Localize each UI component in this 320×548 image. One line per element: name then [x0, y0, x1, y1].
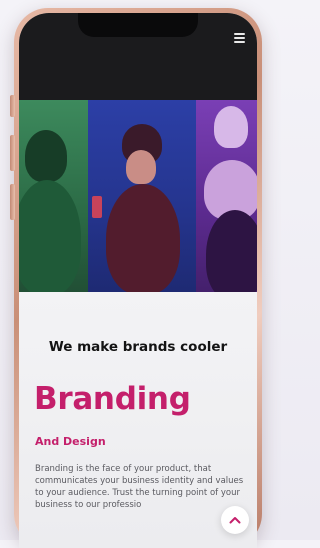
hero-panel-blue [88, 100, 196, 292]
portrait-figure [126, 150, 156, 184]
description-paragraph: Branding is the face of your product, th… [35, 464, 244, 510]
phone-frame: We make brands cooler Branding And Desig… [14, 8, 262, 548]
phone-side-button [10, 135, 15, 171]
tagline: We make brands cooler [48, 339, 228, 355]
scroll-to-top-button[interactable] [221, 506, 249, 534]
hero-panel-purple [196, 100, 257, 292]
chevron-up-icon [229, 517, 241, 524]
hero-image-strip [19, 100, 257, 292]
portrait-figure [206, 210, 257, 292]
phone-screen: We make brands cooler Branding And Desig… [19, 13, 257, 548]
main-content: We make brands cooler Branding And Desig… [19, 292, 257, 548]
hero-panel-green [19, 100, 88, 292]
portrait-figure [25, 130, 67, 182]
portrait-figure [106, 184, 180, 292]
portrait-figure [19, 180, 81, 292]
phone-side-button [10, 95, 15, 117]
portrait-figure [214, 106, 248, 148]
bottle-prop [92, 196, 102, 218]
subheading: And Design [35, 435, 106, 448]
top-bar [19, 13, 257, 100]
hamburger-menu-icon[interactable] [234, 33, 245, 43]
phone-side-button [10, 184, 15, 220]
page-heading: Branding [34, 381, 191, 417]
phone-notch [78, 13, 198, 37]
